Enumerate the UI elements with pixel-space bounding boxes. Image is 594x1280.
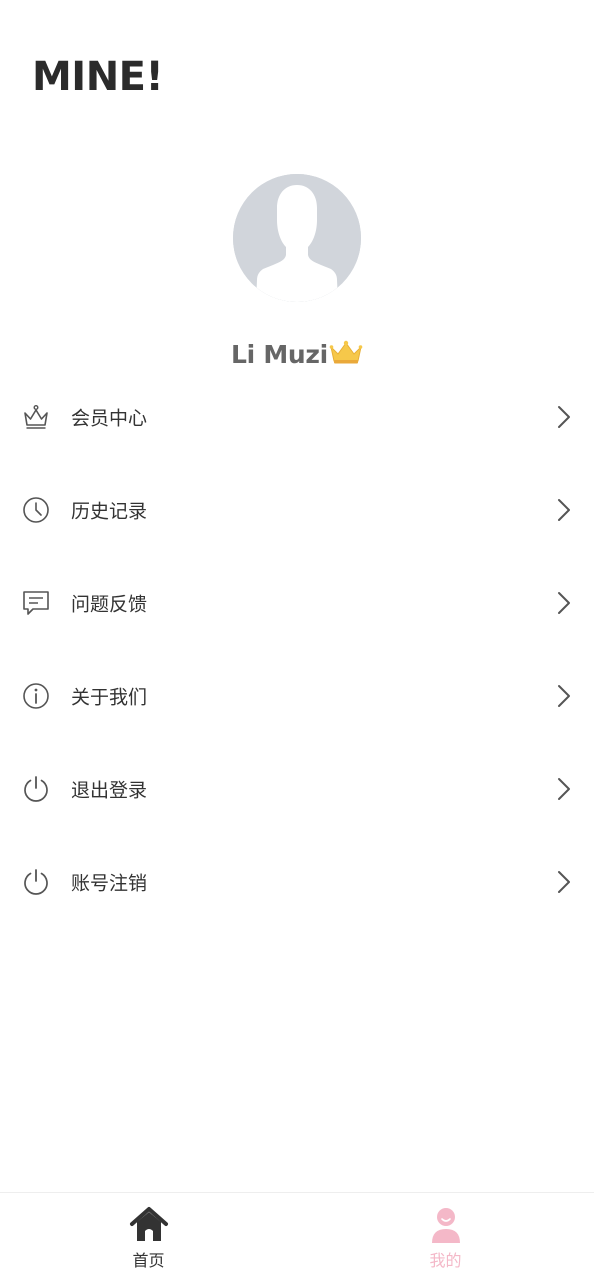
info-icon bbox=[23, 682, 49, 709]
tab-mine[interactable]: 我的 bbox=[297, 1193, 594, 1280]
chat-icon bbox=[23, 590, 49, 615]
avatar[interactable] bbox=[233, 174, 361, 302]
menu-item-delete-account[interactable]: 账号注销 bbox=[0, 835, 594, 928]
page-title: MINE! bbox=[32, 54, 164, 100]
tab-home-label: 首页 bbox=[132, 1251, 165, 1270]
power-icon bbox=[24, 868, 48, 895]
default-avatar-icon bbox=[233, 174, 361, 302]
chevron-right-icon bbox=[558, 870, 570, 893]
menu-item-about[interactable]: 关于我们 bbox=[0, 649, 594, 742]
tab-home[interactable]: 首页 bbox=[0, 1193, 297, 1280]
mine-page: MINE! Li Muzi 会员中心 历史记录 问题反馈 关于我们 退出登录 账… bbox=[0, 0, 594, 1280]
tab-mine-label: 我的 bbox=[429, 1251, 462, 1270]
user-icon bbox=[431, 1208, 460, 1243]
chevron-right-icon bbox=[558, 684, 570, 707]
power-icon bbox=[24, 775, 48, 802]
menu-label: 账号注销 bbox=[71, 872, 148, 894]
menu-label: 会员中心 bbox=[71, 407, 148, 429]
menu-item-logout[interactable]: 退出登录 bbox=[0, 742, 594, 835]
crown-icon bbox=[329, 339, 363, 369]
home-icon bbox=[129, 1207, 168, 1241]
clock-icon bbox=[23, 496, 49, 523]
menu-label: 关于我们 bbox=[71, 686, 148, 708]
chevron-right-icon bbox=[558, 405, 570, 428]
menu-label: 退出登录 bbox=[71, 779, 148, 801]
profile-name-row: Li Muzi bbox=[0, 334, 594, 374]
profile-menu: 会员中心 历史记录 问题反馈 关于我们 退出登录 账号注销 bbox=[0, 370, 594, 928]
chevron-right-icon bbox=[558, 777, 570, 800]
crown-outline-icon bbox=[24, 404, 48, 429]
username: Li Muzi bbox=[231, 339, 328, 369]
menu-item-membership[interactable]: 会员中心 bbox=[0, 370, 594, 463]
menu-item-feedback[interactable]: 问题反馈 bbox=[0, 556, 594, 649]
chevron-right-icon bbox=[558, 498, 570, 521]
menu-label: 历史记录 bbox=[71, 500, 148, 522]
chevron-right-icon bbox=[558, 591, 570, 614]
menu-label: 问题反馈 bbox=[71, 593, 148, 615]
bottom-tab-bar: 首页 我的 bbox=[0, 1192, 594, 1280]
menu-item-history[interactable]: 历史记录 bbox=[0, 463, 594, 556]
